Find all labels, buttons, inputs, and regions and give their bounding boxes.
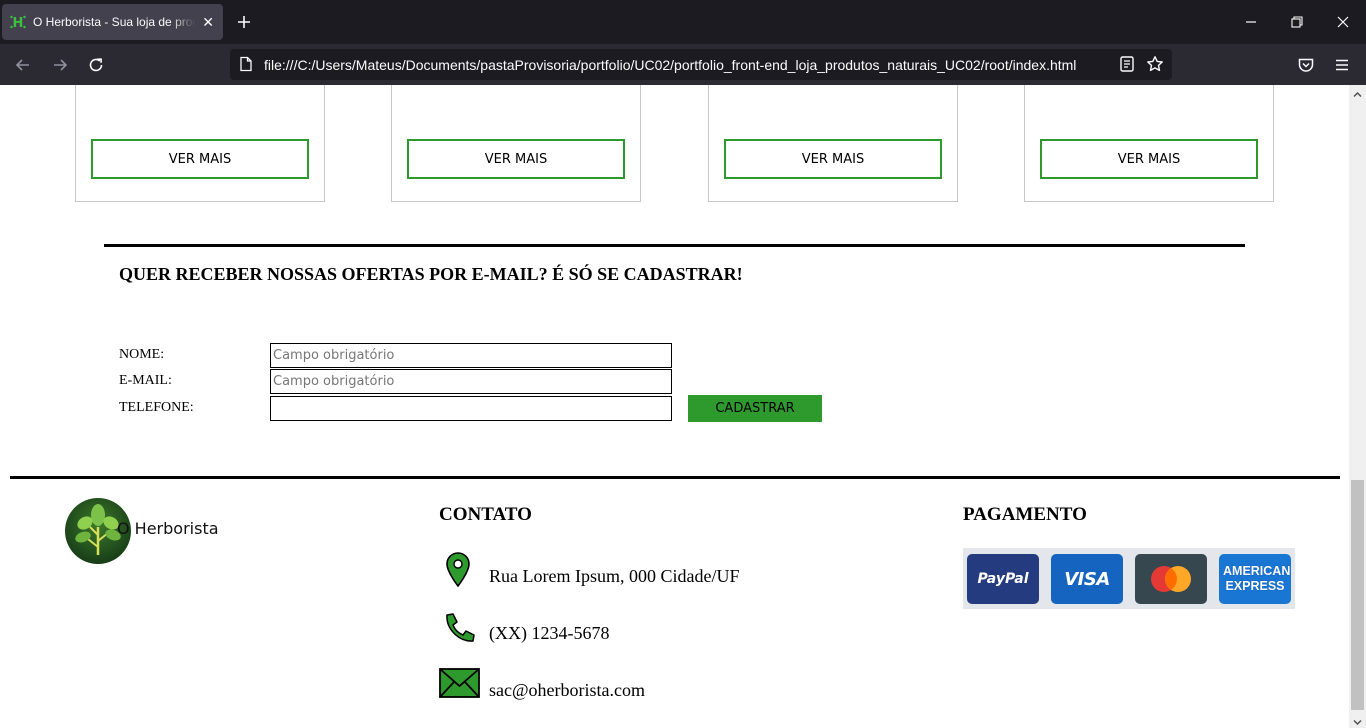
close-tab-icon[interactable]: ✕: [201, 14, 215, 31]
logo-text: O Herborista: [117, 519, 219, 538]
email-label: E-MAIL:: [119, 373, 172, 388]
url-text: file:///C:/Users/Mateus/Documents/pastaP…: [264, 57, 1077, 73]
browser-tab-strip: H O Herborista - Sua loja de produtos na…: [0, 0, 1366, 44]
address-text: Rua Lorem Ipsum, 000 Cidade/UF: [489, 566, 740, 586]
phone-label: TELEFONE:: [119, 400, 194, 415]
ver-mais-button[interactable]: VER MAIS: [407, 139, 625, 179]
scroll-down-arrow-icon[interactable]: [1352, 715, 1363, 726]
address-bar[interactable]: file:///C:/Users/Mateus/Documents/pastaP…: [230, 49, 1172, 80]
reader-view-icon[interactable]: [1118, 55, 1136, 78]
phone-text: (XX) 1234-5678: [489, 623, 610, 643]
page-file-icon: [238, 56, 254, 72]
product-card: VER MAIS: [708, 85, 958, 202]
herborista-logo[interactable]: O Herborista: [64, 497, 219, 565]
minimize-icon[interactable]: [1239, 10, 1263, 34]
product-card: VER MAIS: [1024, 85, 1274, 202]
mastercard-icon: [1135, 554, 1207, 604]
restore-window-icon[interactable]: [1285, 10, 1309, 34]
reload-icon[interactable]: [83, 52, 109, 78]
browser-toolbar: file:///C:/Users/Mateus/Documents/pastaP…: [0, 44, 1366, 85]
email-text: sac@oherborista.com: [489, 680, 646, 700]
forward-arrow-icon[interactable]: [47, 52, 73, 78]
pocket-icon[interactable]: [1293, 52, 1319, 78]
american-express-icon: AMERICAN EXPRESS: [1219, 554, 1291, 604]
payment-methods: PayPal VISA AMERICAN EXPRESS: [963, 548, 1295, 609]
envelope-icon: [439, 668, 480, 703]
phone-input[interactable]: [270, 396, 672, 421]
new-tab-icon[interactable]: [232, 10, 256, 34]
ver-mais-button[interactable]: VER MAIS: [91, 139, 309, 179]
back-arrow-icon[interactable]: [10, 52, 36, 78]
cadastrar-button[interactable]: CADASTRAR: [688, 395, 822, 422]
footer-divider: [10, 476, 1340, 479]
paypal-icon: PayPal: [967, 554, 1039, 604]
map-pin-icon: [446, 552, 470, 592]
name-input[interactable]: [270, 343, 672, 368]
app-menu-icon[interactable]: [1329, 52, 1355, 78]
browser-tab[interactable]: H O Herborista - Sua loja de produtos na…: [2, 4, 223, 40]
bookmark-star-icon[interactable]: [1146, 55, 1164, 78]
page-viewport: VER MAIS VER MAIS VER MAIS VER MAIS QUER…: [0, 85, 1349, 728]
payment-heading: PAGAMENTO: [963, 504, 1087, 525]
close-window-icon[interactable]: [1331, 10, 1355, 34]
contact-heading: CONTATO: [439, 504, 532, 525]
newsletter-title: QUER RECEBER NOSSAS OFERTAS POR E-MAIL? …: [119, 264, 743, 284]
email-input[interactable]: [270, 369, 672, 394]
ver-mais-button[interactable]: VER MAIS: [724, 139, 942, 179]
page-scrollbar[interactable]: [1349, 85, 1366, 728]
tab-title: O Herborista - Sua loja de produtos natu…: [33, 15, 195, 29]
product-card: VER MAIS: [75, 85, 325, 202]
svg-text:H: H: [13, 16, 24, 30]
scrollbar-thumb[interactable]: [1351, 480, 1364, 710]
scroll-up-arrow-icon[interactable]: [1352, 87, 1363, 98]
herborista-favicon-icon: H: [10, 14, 26, 30]
visa-icon: VISA: [1051, 554, 1123, 604]
ver-mais-button[interactable]: VER MAIS: [1040, 139, 1258, 179]
phone-icon: [443, 612, 475, 647]
product-card: VER MAIS: [391, 85, 641, 202]
name-label: NOME:: [119, 347, 165, 362]
section-divider: [104, 244, 1245, 247]
